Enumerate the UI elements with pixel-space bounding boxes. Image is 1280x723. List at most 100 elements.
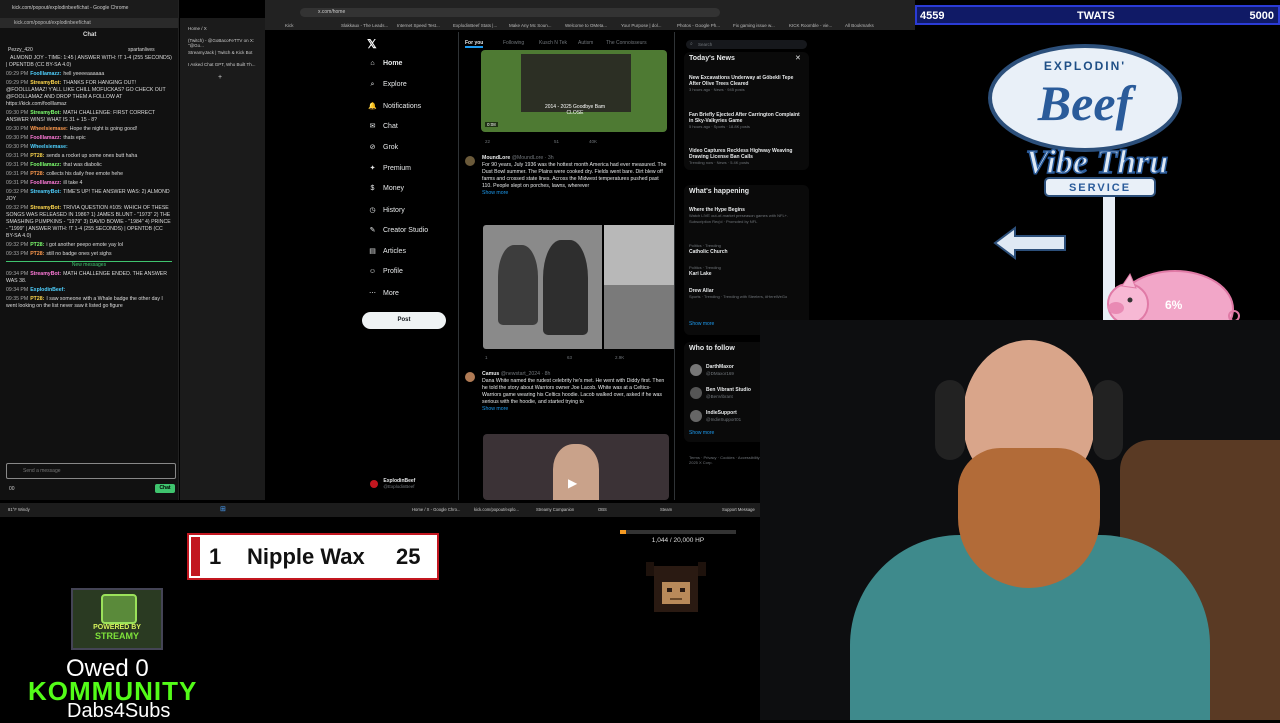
bookmark-item[interactable]: Kick — [285, 23, 294, 28]
post-3-show-more[interactable]: Show more — [482, 406, 668, 413]
feed-tab-kusch[interactable]: Kusch N Tek — [539, 40, 567, 46]
chat-message-user[interactable]: Foolllamazz: — [30, 71, 61, 77]
chat-message[interactable]: ALMOND JOY - TIME: 1:45 | ANSWER WITH: !… — [6, 55, 172, 69]
chat-url-bar[interactable]: kick.com/popout/explodinbeef/chat — [0, 18, 178, 28]
post-2-avatar[interactable] — [465, 156, 475, 166]
post-1-media[interactable]: 2014 - 2025 Goodbye Bam CLOSE 0:08 — [481, 50, 667, 132]
bookmark-item[interactable]: Internet Speed Test... — [397, 23, 440, 28]
chat-message[interactable]: 09:29 PM Foolllamazz: hell yeeeeaaaaaa — [6, 71, 172, 78]
bookmark-item[interactable]: Slakkaux - The Leads... — [341, 23, 388, 28]
chat-message-user[interactable]: StreamyBot: — [30, 189, 61, 195]
post-3[interactable]: Camus @newstart_2024 · 8h Dana White nam… — [482, 371, 668, 413]
bookmark-item[interactable]: ExplodinBeef Stats |... — [453, 23, 497, 28]
account-switcher[interactable]: ExplodinBeef @ExplodinBeef — [370, 478, 415, 489]
trend-item-4[interactable]: Drew Allar Sports · Trending · Trending w… — [689, 288, 804, 300]
chat-message[interactable]: 09:30 PM Wheelsiemase: — [6, 144, 172, 151]
pinned-other[interactable]: spartanlives — [128, 47, 155, 53]
post-1-like-count[interactable]: 51 — [554, 139, 559, 144]
post-1-view-count[interactable]: 40K — [589, 139, 597, 144]
nav-grok[interactable]: ⊘ Grok — [368, 143, 399, 151]
news-item-2[interactable]: Fan Briefly Ejected After Carrington Com… — [689, 112, 804, 130]
chat-message-user[interactable]: Foolllamazz: — [30, 135, 61, 141]
nav-chat[interactable]: ✉ Chat — [368, 122, 398, 130]
follow-avatar-2[interactable] — [690, 387, 702, 399]
search-box[interactable]: ⌕ Search — [686, 40, 807, 49]
post-2-like-count[interactable]: 63 — [567, 355, 572, 360]
chat-message-user[interactable]: Wheelsiemase: — [30, 144, 67, 150]
windows-start-icon[interactable]: ⊞ — [220, 505, 226, 513]
bookmark-item[interactable]: Your Purpose | dol... — [621, 23, 662, 28]
feed-tab-connoisseurs[interactable]: The Connoisseurs — [606, 40, 647, 46]
chat-message[interactable]: 09:31 PM Foolllamazz: ill take 4 — [6, 180, 172, 187]
taskbar-app[interactable]: Streamy Companion — [536, 507, 574, 512]
x-logo-icon[interactable]: 𝕏 — [367, 37, 377, 51]
nav-history[interactable]: ◷ History — [368, 206, 404, 214]
chat-message[interactable]: 09:30 PM StreamyBot: MATH CHALLENGE: FIRST… — [6, 110, 172, 124]
bookmark-item[interactable]: Fix gaming issue w... — [733, 23, 775, 28]
post-2-show-more[interactable]: Show more — [482, 190, 668, 197]
taskbar-app[interactable]: kick.com/popout/explo... — [474, 507, 519, 512]
chat-message-user[interactable]: StreamyBot: — [30, 271, 61, 277]
trends-show-more[interactable]: Show more — [689, 321, 714, 327]
follow-name-1[interactable]: DarthMaxor — [706, 364, 734, 370]
chat-message[interactable]: 09:34 PM ExplodinBeef: — [6, 287, 172, 294]
chat-message[interactable]: 09:34 PM StreamyBot: MATH CHALLENGE ENDED.… — [6, 271, 172, 285]
play-icon[interactable]: ▶ — [568, 476, 577, 490]
bookmark-item[interactable]: KICK Roomble - vie... — [789, 23, 832, 28]
chat-message-user[interactable]: Foolllamazz: — [30, 162, 61, 168]
post-2-reply-count[interactable]: 1 — [485, 355, 488, 360]
post-button[interactable]: Post — [362, 312, 446, 329]
vertical-tab-3[interactable]: StreamyJack | Twitch & Kick Bot — [188, 50, 252, 55]
nav-notifications[interactable]: 🔔 Notifications — [368, 102, 421, 110]
chat-message-user[interactable]: PT28: — [30, 153, 44, 159]
chat-input[interactable]: Send a message — [6, 463, 176, 479]
chat-message[interactable]: 09:32 PM StreamyBot: TIME'S UP! THE ANSWER… — [6, 189, 172, 203]
nav-more[interactable]: ⋯ More — [368, 289, 399, 297]
taskbar-app[interactable]: Support Message — [722, 507, 755, 512]
pinned-user[interactable]: Pezzy_420 — [8, 47, 33, 53]
feed-tab-for-you[interactable]: For you — [465, 40, 484, 48]
trend-item-1[interactable]: Where the Hype Begins Watch LIVE out-of-m… — [689, 207, 804, 225]
news-item-1[interactable]: New Excavations Underway at Göbekli Tepe… — [689, 75, 804, 93]
post-2-photo-2[interactable] — [604, 225, 674, 349]
feed-tab-following[interactable]: Following — [503, 40, 524, 46]
chat-message[interactable]: 09:30 PM Wheelsiemase: Hope the night is g… — [6, 126, 172, 133]
nav-premium[interactable]: ✦ Premium — [368, 164, 411, 172]
chat-message[interactable]: 09:31 PM PT28: collects his daily free emo… — [6, 171, 172, 178]
weather-widget[interactable]: 81°F Windy — [8, 507, 30, 512]
post-2-view-count[interactable]: 2.9K — [615, 355, 624, 360]
post-1-reply-count[interactable]: 22 — [485, 139, 490, 144]
follow-avatar-3[interactable] — [690, 410, 702, 422]
new-tab-icon[interactable]: + — [218, 74, 222, 81]
nav-creator-studio[interactable]: ✎ Creator Studio — [368, 226, 429, 234]
chat-message-user[interactable]: Foolllamazz: — [30, 180, 61, 186]
nav-profile[interactable]: ☺ Profile — [368, 268, 403, 275]
feed-tab-autism[interactable]: Autism — [578, 40, 593, 46]
chat-message-user[interactable]: StreamyBot: — [30, 205, 61, 211]
chat-message[interactable]: 09:33 PM PT28: still no badge ones yet sig… — [6, 251, 172, 258]
chat-message-list[interactable]: ALMOND JOY - TIME: 1:45 | ANSWER WITH: !… — [6, 55, 172, 465]
chat-message-user[interactable]: ExplodinBeef: — [30, 287, 65, 293]
bookmark-item[interactable]: Welcome to OMeta... — [565, 23, 607, 28]
nav-home[interactable]: ⌂ Home — [368, 60, 402, 67]
post-3-avatar[interactable] — [465, 372, 475, 382]
post-2[interactable]: MoundLore @MoundLore · 3h For 90 years, … — [482, 155, 668, 197]
taskbar-app[interactable]: Home / X - Google Chro... — [412, 507, 460, 512]
chat-message-user[interactable]: StreamyBot: — [30, 110, 61, 116]
trend-item-2[interactable]: Politics · Trending Catholic Church — [689, 243, 804, 255]
trend-item-3[interactable]: Politics · Trending Kari Lake — [689, 265, 804, 277]
follow-name-3[interactable]: IndieSupport — [706, 410, 737, 416]
chat-message[interactable]: 09:35 PM PT28: I saw someone with a Whale … — [6, 296, 172, 310]
bookmark-item[interactable]: Photos - Google Ph... — [677, 23, 720, 28]
taskbar-app[interactable]: OBS — [598, 507, 607, 512]
bookmark-item[interactable]: Make Any Mc Soun... — [509, 23, 552, 28]
chat-message[interactable]: 09:31 PM PT28: sends a rocket up some ones… — [6, 153, 172, 160]
chat-message-user[interactable]: Wheelsiemase: — [30, 126, 67, 132]
taskbar-app[interactable]: Steam — [660, 507, 672, 512]
post-3-video[interactable]: ▶ — [483, 434, 669, 500]
follow-name-2[interactable]: Ben Vibrant Studio — [706, 387, 751, 393]
chat-message[interactable]: 09:29 PM StreamyBot: THANKS FOR HANGING OU… — [6, 80, 172, 108]
chat-send-button[interactable]: Chat — [155, 484, 175, 493]
chat-message-user[interactable]: PT28: — [30, 296, 44, 302]
chat-message-user[interactable]: PT28: — [30, 242, 44, 248]
